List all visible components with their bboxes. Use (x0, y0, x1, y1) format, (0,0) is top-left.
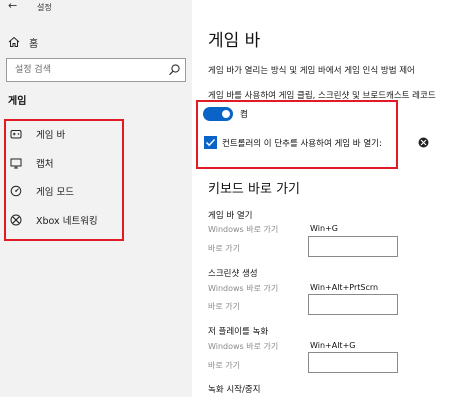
windows-shortcut-label: Windows 바로 가기 (208, 342, 279, 351)
windows-shortcut-value: Win+Alt+PrtScrn (310, 283, 379, 292)
custom-shortcut-input[interactable] (308, 294, 398, 315)
search-icon[interactable] (168, 63, 181, 76)
window-title: 설정 (37, 3, 52, 12)
nav-highlight-box: 게임 바 캡처 게임 모드 Xbox 네트워킹 (4, 119, 124, 241)
checkmark-icon (205, 138, 216, 147)
capture-icon (10, 158, 22, 169)
windows-shortcut-label: Windows 바로 가기 (208, 284, 279, 293)
custom-shortcut-input[interactable] (308, 236, 398, 257)
sidebar: ← 설정 홈 게임 게임 바 (0, 0, 192, 397)
home-icon (8, 36, 20, 47)
home-label: 홈 (29, 38, 39, 50)
main-content: 게임 바 게임 바가 열리는 방식 및 게임 바에서 게임 인식 방법 제어 게… (192, 0, 474, 397)
page-title: 게임 바 (208, 31, 261, 51)
sidebar-item-xbox-networking[interactable]: Xbox 네트워킹 (10, 210, 98, 230)
sidebar-item-label: 캡처 (36, 159, 54, 170)
search-input[interactable] (7, 59, 157, 81)
sidebar-item-label: 게임 바 (36, 130, 66, 141)
toggle-state-label: 켬 (240, 110, 248, 120)
custom-shortcut-label: 바로 가기 (208, 302, 240, 311)
section-header: 게임 (8, 96, 27, 107)
shortcut-group-title: 스크린샷 생성 (208, 269, 258, 279)
windows-shortcut-value: Win+Alt+G (310, 341, 356, 350)
toggle-knob (222, 110, 230, 118)
sidebar-item-game-bar[interactable]: 게임 바 (10, 124, 65, 144)
xbox-icon (10, 214, 22, 226)
home-link[interactable]: 홈 (8, 34, 38, 50)
shortcuts-heading: 키보드 바로 가기 (208, 182, 300, 197)
checkbox-label: 컨트롤러의 이 단추를 사용하여 게임 바 열기: (222, 139, 382, 149)
controller-button-checkbox[interactable] (204, 136, 217, 149)
shortcut-group-title: 저 플레이를 녹화 (208, 327, 269, 337)
sidebar-item-label: 게임 모드 (36, 187, 74, 198)
xbox-button-icon (418, 137, 429, 148)
title-bar: ← 설정 (0, 0, 192, 14)
game-bar-icon (10, 130, 22, 139)
windows-shortcut-label: Windows 바로 가기 (208, 225, 279, 234)
game-bar-toggle[interactable] (203, 107, 233, 121)
back-button[interactable]: ← (8, 0, 22, 14)
shortcut-group-title: 게임 바 열기 (208, 211, 253, 221)
custom-shortcut-label: 바로 가기 (208, 244, 240, 253)
custom-shortcut-input[interactable] (308, 352, 398, 373)
shortcut-group-title: 녹화 시작/중지 (208, 385, 261, 395)
sidebar-item-label: Xbox 네트워킹 (36, 216, 98, 227)
search-box[interactable] (6, 58, 186, 82)
windows-shortcut-value: Win+G (310, 224, 338, 233)
custom-shortcut-label: 바로 가기 (208, 361, 240, 370)
sidebar-item-capture[interactable]: 캡처 (10, 153, 53, 173)
sidebar-item-game-mode[interactable]: 게임 모드 (10, 181, 74, 201)
game-mode-icon (10, 185, 22, 197)
description: 게임 바가 열리는 방식 및 게임 바에서 게임 인식 방법 제어 (208, 66, 415, 76)
